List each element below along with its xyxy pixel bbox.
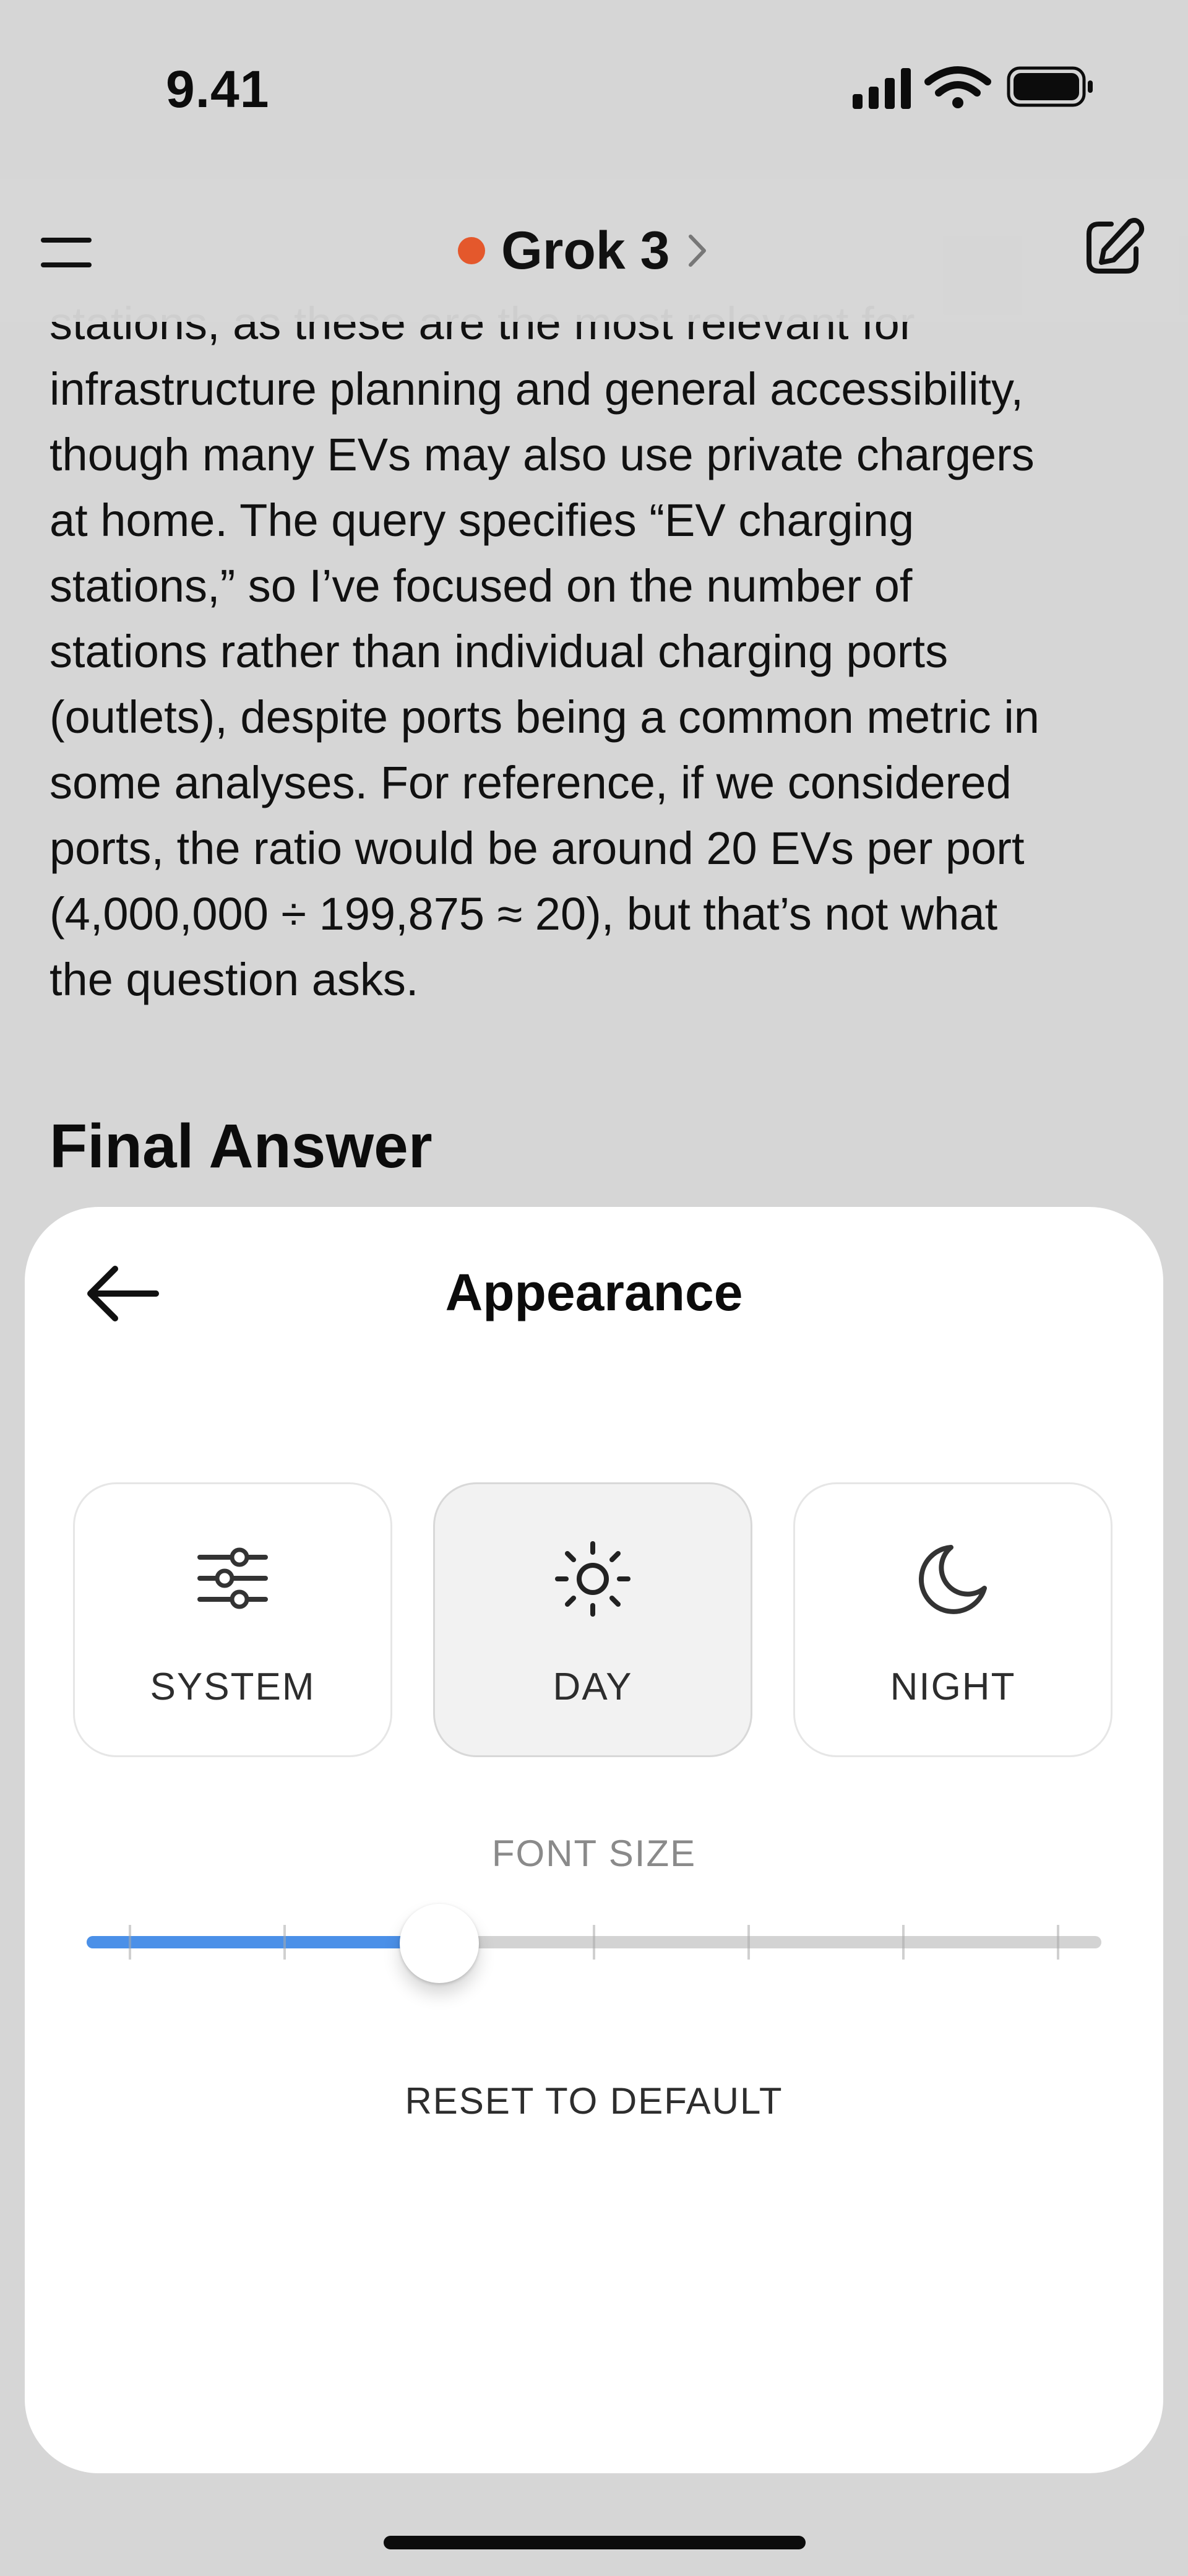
status-time: 9.41 xyxy=(166,60,270,118)
theme-label-night: NIGHT xyxy=(890,1666,1016,1708)
home-indicator xyxy=(384,2536,806,2549)
model-status-dot xyxy=(458,237,485,264)
final-answer-heading: Final Answer xyxy=(50,1112,433,1181)
appearance-sheet: Appearance SYSTEM DAY NIGHT FONT SIZE RE… xyxy=(25,1207,1163,2473)
model-name: Grok 3 xyxy=(501,220,670,280)
theme-option-day[interactable]: DAY xyxy=(433,1482,752,1757)
sun-icon xyxy=(555,1541,631,1617)
font-size-label: FONT SIZE xyxy=(491,1833,697,1874)
theme-label-day: DAY xyxy=(553,1666,633,1708)
status-icons xyxy=(853,66,1093,109)
moon-icon xyxy=(918,1545,987,1614)
model-selector-button[interactable]: Grok 3 xyxy=(458,217,710,285)
slider-fill xyxy=(87,1936,439,1948)
theme-options: SYSTEM DAY NIGHT xyxy=(73,1482,1140,1760)
theme-option-night[interactable]: NIGHT xyxy=(793,1482,1113,1757)
slider-tick xyxy=(283,1925,286,1960)
battery-icon xyxy=(1007,66,1093,107)
slider-tick xyxy=(902,1925,905,1960)
sheet-title: Appearance xyxy=(445,1263,743,1321)
reset-to-default-button[interactable]: RESET TO DEFAULT xyxy=(346,2073,842,2129)
compose-icon[interactable] xyxy=(1080,215,1145,280)
wifi-icon xyxy=(924,66,991,108)
status-bar: 9.41 xyxy=(0,0,1188,179)
slider-tick xyxy=(1057,1925,1059,1960)
message-paragraph: stations, as these are the most relevant… xyxy=(50,298,1040,1005)
slider-tick xyxy=(747,1925,750,1960)
theme-option-system[interactable]: SYSTEM xyxy=(73,1482,392,1757)
top-navigation-bar: Grok 3 xyxy=(0,179,1188,322)
slider-tick xyxy=(593,1925,595,1960)
signal-icon xyxy=(853,68,911,109)
chevron-right-icon xyxy=(689,235,707,267)
slider-thumb[interactable] xyxy=(400,1904,479,1983)
slider-tick xyxy=(129,1925,131,1960)
font-size-slider[interactable] xyxy=(87,1904,1101,1983)
theme-label-system: SYSTEM xyxy=(150,1666,316,1708)
sliders-icon xyxy=(197,1547,268,1609)
assistant-message: stations, as these are the most relevant… xyxy=(50,291,1151,1013)
hamburger-menu-icon[interactable] xyxy=(38,233,94,274)
